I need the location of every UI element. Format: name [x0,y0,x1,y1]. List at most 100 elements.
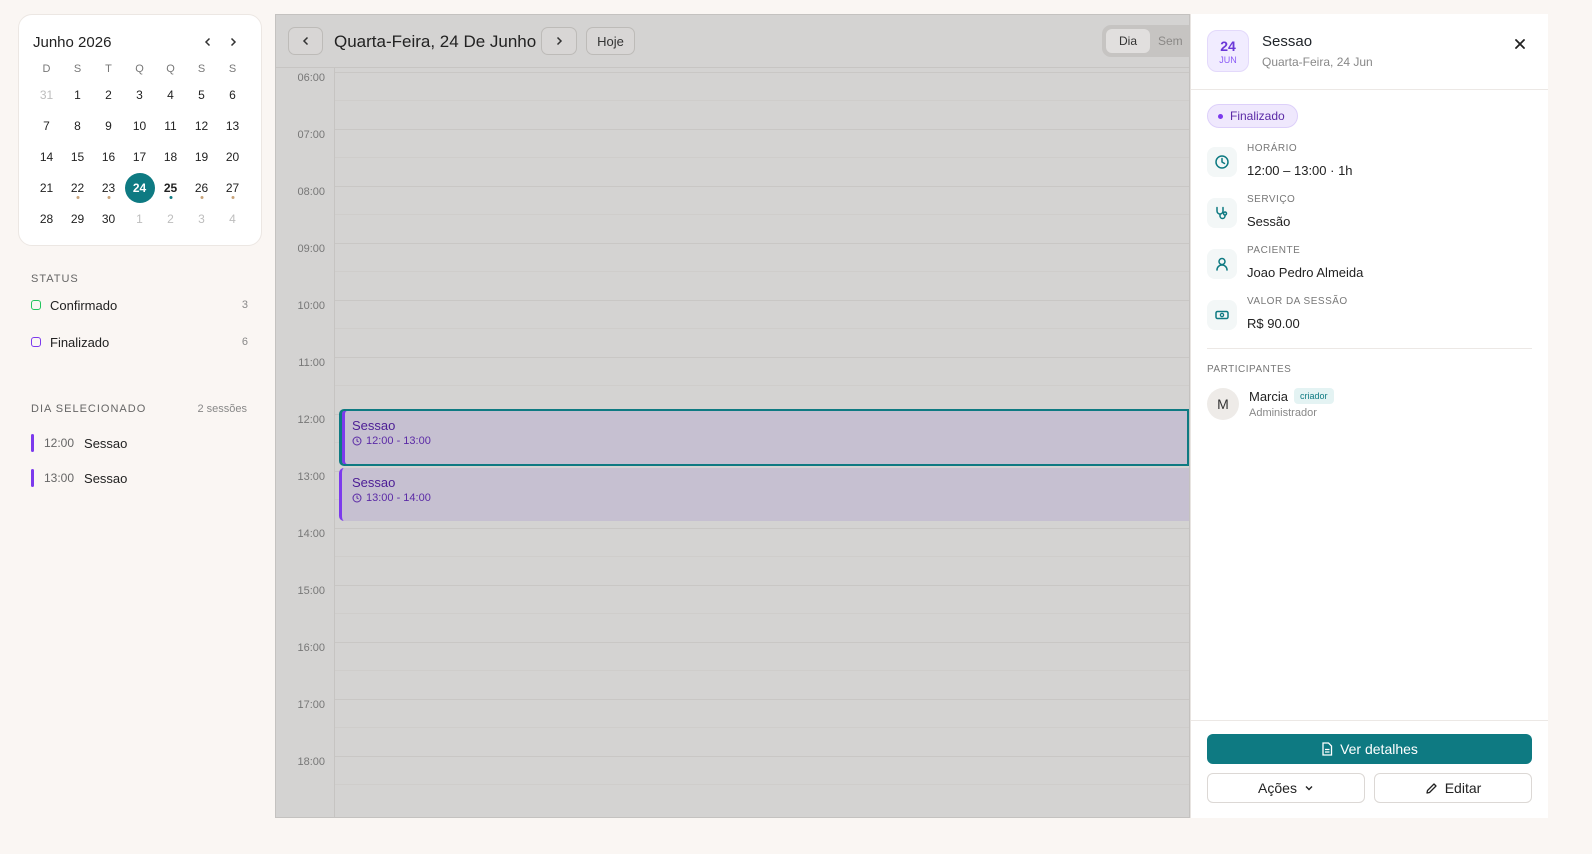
calendar-day[interactable]: 16 [93,141,124,172]
hour-label: 10:00 [297,300,325,312]
hour-row[interactable]: 18:00 [276,756,1189,813]
calendar-day[interactable]: 5 [186,79,217,110]
mini-calendar: Junho 2026 DSTQQSS 31 1 2 3 4 5 6 7 8 9 10 11 12 13 14… [18,14,262,246]
calendar-day[interactable]: 9 [93,110,124,141]
calendar-day[interactable]: 6 [217,79,248,110]
prev-day-button[interactable] [288,27,323,55]
participants-label: PARTICIPANTES [1207,364,1292,375]
info-label: PACIENTE [1247,245,1301,256]
date-badge-month: JUN [1219,55,1237,65]
hour-row[interactable]: 10:00 [276,300,1189,357]
info-paciente: PACIENTE Joao Pedro Almeida [1207,245,1527,287]
actions-dropdown-button[interactable]: Ações [1207,773,1365,803]
view-details-button[interactable]: Ver detalhes [1207,734,1532,764]
calendar-day[interactable]: 22 [62,172,93,203]
calendar-day[interactable]: 11 [155,110,186,141]
session-list-item[interactable]: 12:00 Sessao [31,433,127,453]
day-number: 8 [74,118,81,133]
calendar-day-selected[interactable]: 24 [124,172,155,203]
day-number: 4 [229,211,236,226]
date-badge-day: 24 [1220,38,1236,54]
event-card[interactable]: Sessao 13:00 - 14:00 [339,468,1189,521]
hour-row[interactable]: 09:00 [276,243,1189,300]
calendar-day[interactable]: 27 [217,172,248,203]
calendar-day[interactable]: 25 [155,172,186,203]
calendar-day[interactable]: 2 [155,203,186,234]
half-hour-gridline [335,556,1189,557]
next-day-button[interactable] [541,27,577,55]
calendar-day[interactable]: 31 [31,79,62,110]
event-indicator-dot [169,196,172,199]
calendar-day[interactable]: 8 [62,110,93,141]
status-badge-label: Finalizado [1230,109,1285,123]
edit-button[interactable]: Editar [1374,773,1532,803]
day-number: 23 [101,180,116,195]
day-number: 1 [136,211,143,226]
info-label: SERVIÇO [1247,194,1296,205]
user-icon [1207,249,1237,279]
next-month-button[interactable] [222,31,244,53]
event-title: Sessao [352,418,396,433]
status-filter-confirmado[interactable]: Confirmado 3 [31,295,248,315]
calendar-day[interactable]: 1 [124,203,155,234]
chevron-left-icon [302,36,308,46]
session-list-item[interactable]: 13:00 Sessao [31,468,127,488]
calendar-day[interactable]: 20 [217,141,248,172]
close-panel-button[interactable] [1508,32,1532,56]
calendar-day[interactable]: 26 [186,172,217,203]
hour-row[interactable]: 15:00 [276,585,1189,642]
calendar-day[interactable]: 15 [62,141,93,172]
calendar-day[interactable]: 18 [155,141,186,172]
info-value: R$ 90.00 [1247,316,1300,331]
calendar-day[interactable]: 30 [93,203,124,234]
calendar-day[interactable]: 21 [31,172,62,203]
calendar-day[interactable]: 23 [93,172,124,203]
hour-label: 17:00 [297,699,325,711]
view-day-tab[interactable]: Dia [1106,29,1150,53]
view-week-tab[interactable]: Sem [1158,29,1183,53]
hour-row[interactable]: 14:00 [276,528,1189,585]
hour-row[interactable]: 06:00 [276,72,1189,129]
panel-header: 24 JUN Sessao Quarta-Feira, 24 Jun [1191,14,1548,90]
calendar-day[interactable]: 4 [155,79,186,110]
calendar-day[interactable]: 17 [124,141,155,172]
today-button[interactable]: Hoje [586,27,635,55]
calendar-day[interactable]: 10 [124,110,155,141]
calendar-day[interactable]: 19 [186,141,217,172]
calendar-day[interactable]: 3 [124,79,155,110]
prev-month-button[interactable] [197,31,219,53]
half-hour-gridline [335,670,1189,671]
event-indicator-dot [231,196,234,199]
hour-gridline [335,300,1189,301]
calendar-day[interactable]: 7 [31,110,62,141]
calendar-day[interactable]: 1 [62,79,93,110]
status-filter-finalizado[interactable]: Finalizado 6 [31,332,248,352]
event-card-selected[interactable]: Sessao 12:00 - 13:00 [339,409,1189,466]
info-label: HORÁRIO [1247,143,1298,154]
day-number: 14 [39,149,54,164]
session-color-bar [31,434,34,452]
calendar-day[interactable]: 3 [186,203,217,234]
session-time: 12:00 [44,436,75,450]
hour-row[interactable]: 08:00 [276,186,1189,243]
calendar-day[interactable]: 4 [217,203,248,234]
panel-subtitle: Quarta-Feira, 24 Jun [1262,55,1373,69]
day-number: 7 [43,118,50,133]
hour-row[interactable]: 17:00 [276,699,1189,756]
hour-row[interactable]: 16:00 [276,642,1189,699]
close-icon [1515,39,1525,49]
calendar-day[interactable]: 12 [186,110,217,141]
calendar-day[interactable]: 29 [62,203,93,234]
info-horario: HORÁRIO 12:00 – 13:00 · 1h [1207,143,1527,185]
hour-gridline [335,72,1189,73]
hour-row[interactable]: 07:00 [276,129,1189,186]
chevron-right-icon [230,37,237,47]
hour-row[interactable]: 11:00 [276,357,1189,414]
status-count: 3 [241,299,248,311]
calendar-day[interactable]: 28 [31,203,62,234]
day-number: 31 [39,87,54,102]
calendar-day[interactable]: 2 [93,79,124,110]
calendar-day[interactable]: 13 [217,110,248,141]
day-number: 3 [198,211,205,226]
calendar-day[interactable]: 14 [31,141,62,172]
